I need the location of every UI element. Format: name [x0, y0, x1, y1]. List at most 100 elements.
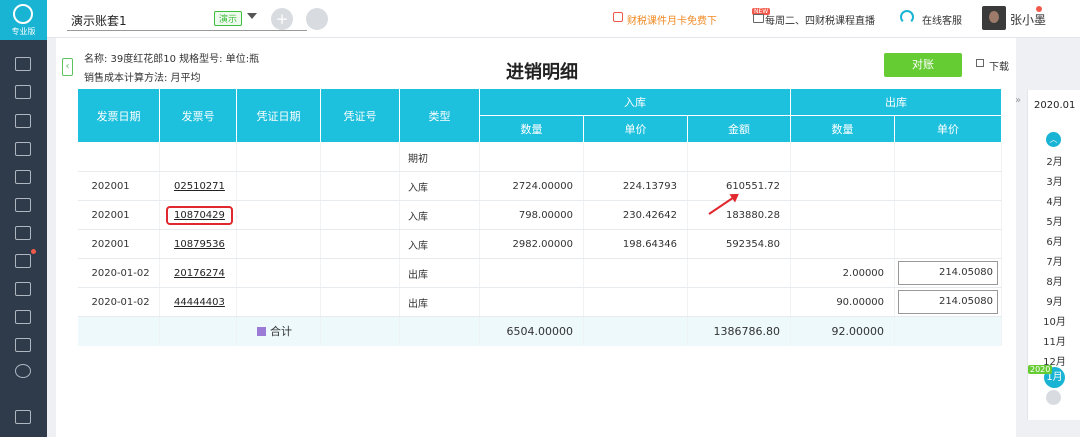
sidebar: 专业版 — [0, 0, 47, 437]
cell-invoice[interactable]: 20176274 — [159, 258, 237, 288]
cell-invoice[interactable]: 10870429 — [159, 200, 237, 230]
table-row: 2020-01-02 44444403 出库 90.00000 214.0508… — [77, 287, 1003, 317]
month-item[interactable]: 5月 — [1028, 213, 1080, 228]
sidebar-tax-icon[interactable] — [15, 226, 31, 240]
cell-in-qty: 2724.00000 — [479, 171, 584, 201]
invoice-link-highlighted[interactable]: 10870429 — [166, 205, 233, 225]
cell-in-price — [583, 142, 688, 172]
sidebar-calendar-icon[interactable] — [15, 410, 31, 424]
chevron-down-icon[interactable] — [1046, 390, 1061, 405]
cell-voucher-date — [236, 229, 321, 259]
month-item[interactable]: 10月 — [1028, 313, 1080, 328]
total-in-amount: 1386786.80 — [687, 316, 792, 346]
online-service-link[interactable]: 在线客服 — [922, 12, 962, 27]
cell-type: 出库 — [399, 258, 480, 288]
sidebar-asset-icon[interactable] — [15, 310, 31, 324]
header-in-qty[interactable]: 数量 — [479, 115, 584, 143]
cell-in-amount — [687, 287, 792, 317]
cell-out-qty — [790, 142, 896, 172]
cell-voucher-date — [236, 200, 321, 230]
header-in-amount[interactable]: 金额 — [686, 115, 792, 143]
month-item[interactable]: 2月 — [1028, 153, 1080, 168]
table-row: 202001 10879536 入库 2982.00000 198.64346 … — [77, 229, 1003, 259]
cell-voucher-no — [320, 171, 400, 201]
table-row: 2020-01-02 20176274 出库 2.00000 214.05080 — [77, 258, 1003, 288]
cell-in-amount — [687, 142, 792, 172]
month-item[interactable]: 3月 — [1028, 173, 1080, 188]
double-chevron-right-icon[interactable]: » — [1015, 95, 1021, 106]
sidebar-document-icon[interactable] — [15, 198, 31, 212]
cell-out-price — [894, 142, 1003, 172]
avatar[interactable] — [982, 6, 1006, 30]
cell-in-qty: 798.00000 — [479, 200, 584, 230]
month-item[interactable]: 4月 — [1028, 193, 1080, 208]
total-spacer — [583, 316, 688, 346]
period-year: 2020.01 — [1034, 100, 1076, 111]
cell-invoice[interactable]: 44444403 — [159, 287, 237, 317]
promo-link[interactable]: 财税课件月卡免费下 — [627, 12, 717, 27]
cell-invoice[interactable]: 02510271 — [159, 171, 237, 201]
invoice-link[interactable]: 44444403 — [174, 297, 225, 308]
cell-in-price: 230.42642 — [583, 200, 688, 230]
month-item[interactable]: 8月 — [1028, 273, 1080, 288]
live-course-link[interactable]: 每周二、四财税课程直播 — [765, 12, 875, 27]
sum-icon — [257, 327, 266, 337]
header-in-price[interactable]: 单价 — [583, 115, 688, 143]
sidebar-invoice-icon[interactable] — [15, 170, 31, 184]
out-price-input[interactable]: 214.05080 — [898, 261, 999, 285]
top-bar: 演示账套1 演示 + 财税课件月卡免费下 NEW 每周二、四财税课程直播 在线客… — [47, 0, 1080, 38]
invoice-link[interactable]: 10879536 — [174, 239, 225, 250]
add-account-button[interactable]: + — [271, 8, 293, 30]
header-out-qty[interactable]: 数量 — [790, 115, 896, 143]
cell-voucher-no — [320, 258, 400, 288]
table-row: 期初 — [77, 142, 1003, 172]
total-label: 合计 — [270, 325, 292, 339]
cell-type: 期初 — [399, 142, 480, 172]
sidebar-inventory-icon[interactable] — [15, 249, 36, 268]
month-item[interactable]: 9月 — [1028, 293, 1080, 308]
total-label-cell: 合计 — [236, 316, 321, 346]
sidebar-ledger-icon[interactable] — [15, 85, 31, 99]
sidebar-salary-icon[interactable] — [15, 282, 31, 296]
download-icon[interactable] — [976, 59, 984, 67]
cloud-logo-icon — [13, 4, 33, 24]
header-out-price[interactable]: 单价 — [894, 115, 1003, 143]
header-invoice-date[interactable]: 发票日期 — [77, 88, 160, 143]
month-item[interactable]: 11月 — [1028, 333, 1080, 348]
sidebar-report-chart-icon[interactable] — [15, 114, 31, 128]
cell-invoice[interactable]: 10879536 — [159, 229, 237, 259]
account-selector[interactable]: 演示账套1 — [71, 12, 127, 29]
header-voucher-no[interactable]: 凭证号 — [320, 88, 400, 143]
table-row: 202001 10870429 入库 798.00000 230.42642 1… — [77, 200, 1003, 230]
reconcile-button[interactable]: 对账 — [884, 53, 962, 77]
chevron-up-icon[interactable]: ︿ — [1046, 132, 1061, 147]
cell-in-qty: 2982.00000 — [479, 229, 584, 259]
app-logo[interactable]: 专业版 — [0, 0, 47, 40]
chevron-down-icon[interactable] — [247, 13, 257, 19]
cell-type: 入库 — [399, 200, 480, 230]
total-spacer — [320, 316, 400, 346]
month-item[interactable]: 6月 — [1028, 233, 1080, 248]
sidebar-check-icon[interactable] — [15, 338, 31, 352]
sidebar-settings-icon[interactable] — [15, 364, 31, 378]
header-invoice-no[interactable]: 发票号 — [159, 88, 237, 143]
speaker-icon — [613, 12, 623, 22]
download-link[interactable]: 下载 — [989, 58, 1009, 73]
page-title: 进销明细 — [506, 62, 578, 83]
header-voucher-date[interactable]: 凭证日期 — [236, 88, 321, 143]
header-type[interactable]: 类型 — [399, 88, 480, 143]
cell-voucher-no — [320, 142, 400, 172]
grid-menu-button[interactable] — [306, 8, 328, 30]
invoice-link[interactable]: 02510271 — [174, 181, 225, 192]
invoice-link[interactable]: 20176274 — [174, 268, 225, 279]
demo-badge: 演示 — [214, 11, 243, 26]
account-underline — [67, 30, 307, 31]
cell-out-qty: 2.00000 — [790, 258, 896, 288]
out-price-input[interactable]: 214.05080 — [898, 290, 999, 314]
sidebar-bank-icon[interactable] — [15, 142, 31, 156]
user-name[interactable]: 张小墨 — [1010, 11, 1046, 28]
back-chevron-icon[interactable]: ‹ — [62, 58, 73, 76]
sidebar-voucher-icon[interactable] — [15, 57, 31, 71]
month-item[interactable]: 7月 — [1028, 253, 1080, 268]
cell-in-qty — [479, 258, 584, 288]
